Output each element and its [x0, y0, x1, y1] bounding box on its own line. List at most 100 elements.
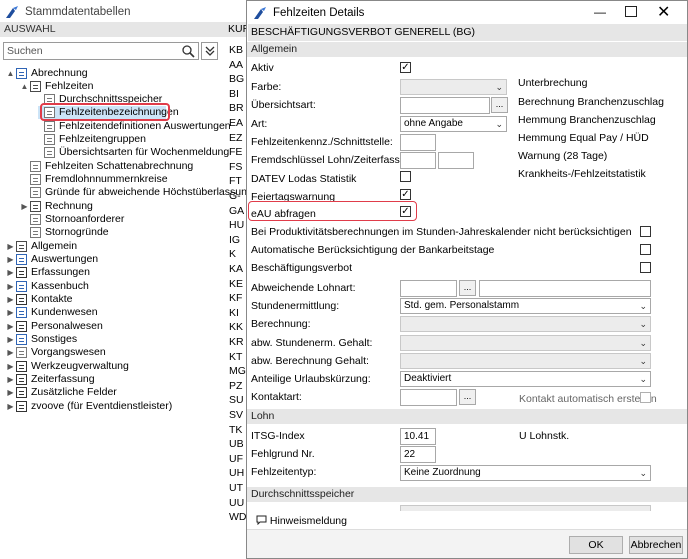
tree-item[interactable]: Stornogründe [0, 226, 228, 239]
tree-item[interactable]: ▶ Kassenbuch [0, 280, 228, 293]
minimize-button[interactable]: — [587, 5, 613, 20]
chevron-down-icon: ⌄ [639, 356, 647, 366]
ellipsis-button-kontaktart[interactable]: ... [459, 389, 476, 405]
code-cell: BG [229, 73, 245, 86]
checkbox-produktiv[interactable] [640, 226, 651, 237]
ellipsis-button-uebersichtsart[interactable]: ... [491, 97, 508, 113]
field-itsg[interactable]: 10.41 [400, 428, 436, 445]
expander-collapsed-icon[interactable]: ▶ [6, 346, 15, 359]
tree-item[interactable]: Übersichtsarten für Wochenmeldung [0, 146, 230, 159]
cancel-button[interactable]: Abbrechen [629, 536, 683, 554]
combo-abwstd[interactable]: ⌄ [400, 335, 651, 351]
expander-collapsed-icon[interactable]: ▶ [6, 333, 15, 346]
expander-collapsed-icon[interactable]: ▶ [6, 280, 15, 293]
grid-icon [16, 401, 27, 412]
field-uebersichtsart[interactable] [400, 97, 490, 114]
checkbox-aktiv[interactable]: ✓ [400, 62, 411, 73]
tree-item[interactable]: ▶ zvoove (für Eventdienstleister) [0, 400, 228, 413]
search-icon[interactable] [182, 45, 195, 58]
code-cell: KE [229, 277, 244, 290]
code-cell: FS [229, 160, 243, 173]
tree-item[interactable]: ▶ Rechnung [0, 200, 228, 213]
expander-collapsed-icon[interactable]: ▶ [6, 253, 15, 266]
tree-item-label: Gründe für abweichende Höchstüberlassung… [45, 186, 250, 198]
code-cell: KT [229, 350, 243, 363]
search-box[interactable]: Suchen [3, 42, 199, 60]
tree-item[interactable]: ▲ Fehlzeiten [0, 80, 228, 93]
label-kontakt-auto: Kontakt automatisch erstellen [519, 393, 657, 405]
ellipsis-button-lohnart[interactable]: ... [459, 280, 476, 296]
expander-collapsed-icon[interactable]: ▶ [6, 400, 15, 413]
tree-item[interactable]: ▶ Erfassungen [0, 266, 228, 279]
expander-collapsed-icon[interactable]: ▶ [6, 240, 15, 253]
tree-item[interactable]: Gründe für abweichende Höchstüberlassung… [0, 186, 249, 199]
tree-item[interactable]: Fehlzeiten Schattenabrechnung [0, 160, 228, 173]
field-fremd[interactable] [400, 152, 436, 169]
expander-collapsed-icon[interactable]: ▶ [6, 266, 15, 279]
combo-farbe[interactable]: ⌄ [400, 79, 507, 95]
tree-item[interactable]: ▲ Abrechnung [0, 67, 228, 80]
combo-art[interactable]: ohne Angabe ⌄ [400, 116, 507, 132]
tree-item[interactable]: ▶ Zusätzliche Felder [0, 386, 228, 399]
expander-collapsed-icon[interactable]: ▶ [6, 386, 15, 399]
tree-item[interactable]: ▶ Allgemein [0, 240, 228, 253]
checkbox-feiertag[interactable]: ✓ [400, 189, 411, 200]
combo-fehlzeitentyp[interactable]: Keine Zuordnung ⌄ [400, 465, 651, 481]
combo-stundenermittlung[interactable]: Std. gem. Personalstamm ⌄ [400, 298, 651, 314]
expander-collapsed-icon[interactable]: ▶ [6, 293, 15, 306]
checkbox-kontakt_auto[interactable] [640, 392, 651, 403]
expander-collapsed-icon[interactable]: ▶ [6, 373, 15, 386]
doc-icon [44, 121, 55, 132]
tree-item[interactable]: ▶ Vorgangswesen [0, 346, 228, 359]
field-kenn[interactable] [400, 134, 436, 151]
label-datev: DATEV Lodas Statistik [251, 173, 357, 185]
combo-urlaub[interactable]: Deaktiviert ⌄ [400, 371, 651, 387]
expander-collapsed-icon[interactable]: ▶ [6, 320, 15, 333]
field-lohnart[interactable] [400, 280, 457, 297]
tree-item[interactable]: ▶ Personalwesen [0, 320, 228, 333]
maximize-button[interactable] [625, 6, 637, 17]
tree-item-label: Übersichtsarten für Wochenmeldung [59, 146, 230, 158]
checkbox-bankarbeit[interactable] [640, 244, 651, 255]
eau-highlight [248, 201, 417, 221]
label-bv: Beschäftigungsverbot [251, 262, 352, 274]
tools-icon [16, 361, 27, 372]
tree-item[interactable]: ▶ Werkzeugverwaltung [0, 360, 228, 373]
expander-collapsed-icon[interactable]: ▶ [20, 200, 29, 213]
expander-collapsed-icon[interactable]: ▶ [6, 360, 15, 373]
combo-abwber[interactable]: ⌄ [400, 353, 651, 369]
tree-item[interactable]: Fehlzeitendefinitionen Auswertungen [0, 120, 231, 133]
collapse-all-button[interactable] [201, 42, 218, 60]
field-fremd2[interactable] [438, 152, 474, 169]
app-logo-icon [254, 7, 266, 19]
expander-expanded-icon[interactable]: ▲ [20, 80, 29, 93]
hint-message-link[interactable]: Hinweismeldung [256, 515, 347, 527]
checkbox-bv[interactable] [640, 262, 651, 273]
tree-item[interactable]: ▶ Zeiterfassung [0, 373, 228, 386]
ok-button[interactable]: OK [569, 536, 623, 554]
combo-berechnung[interactable]: ⌄ [400, 316, 651, 332]
field-lohnart2[interactable] [479, 280, 651, 297]
tree-item[interactable]: ▶ Kundenwesen [0, 306, 228, 319]
tree-item[interactable]: Fremdlohnnummernkreise [0, 173, 228, 186]
tree-item-label: Personalwesen [31, 320, 103, 332]
label-abwber: abw. Berechnung Gehalt: [251, 355, 369, 367]
code-cell: K [229, 248, 237, 261]
code-cell: EA [229, 117, 244, 129]
label-art: Art: [251, 118, 268, 130]
chevron-down-icon: ⌄ [639, 374, 647, 384]
tree-item[interactable]: ▶ Sonstiges [0, 333, 228, 346]
checkbox-datev[interactable] [400, 171, 411, 182]
close-button[interactable]: ✕ [657, 2, 670, 22]
expander-expanded-icon[interactable]: ▲ [6, 67, 15, 80]
tree-item[interactable]: ▶ Auswertungen [0, 253, 228, 266]
tree-item[interactable]: Stornoanforderer [0, 213, 228, 226]
tree-item[interactable]: Fehlzeitengruppen [0, 133, 228, 146]
tree-item[interactable]: ▶ Kontakte [0, 293, 228, 306]
expander-collapsed-icon[interactable]: ▶ [6, 306, 15, 319]
field-kontaktart[interactable] [400, 389, 457, 406]
side-label: Warnung (28 Tage) [518, 150, 608, 162]
side-label: Berechnung Branchenzuschlag [518, 96, 664, 108]
code-cell: UU [229, 496, 245, 509]
field-fehlgrund[interactable]: 22 [400, 446, 436, 463]
